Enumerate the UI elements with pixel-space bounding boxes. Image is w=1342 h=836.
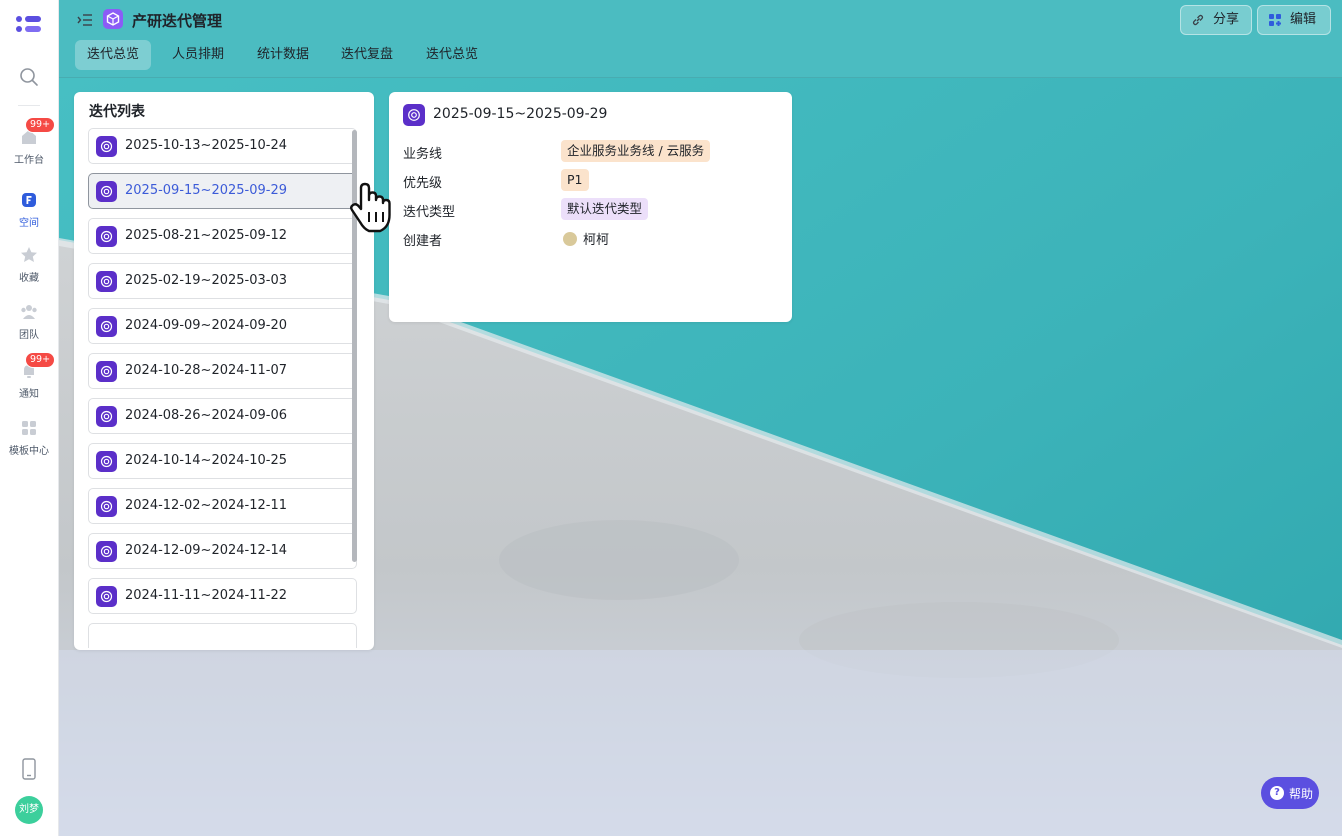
iteration-list: 2025-10-13~2025-10-24 2025-09-15~2025-09… — [88, 128, 359, 648]
iteration-icon — [96, 586, 117, 607]
app-logo-icon[interactable] — [16, 14, 42, 36]
list-item[interactable]: 2024-12-02~2024-12-11 — [88, 488, 357, 524]
notification-badge: 99+ — [25, 117, 56, 133]
help-label: 帮助 — [1289, 787, 1314, 801]
iteration-detail-title: 2025-09-15~2025-09-29 — [433, 106, 608, 122]
list-item[interactable]: 2024-10-14~2024-10-25 — [88, 443, 357, 479]
iteration-date-range: 2024-10-14~2024-10-25 — [125, 453, 287, 468]
space-icon — [22, 193, 36, 207]
creator-name: 柯柯 — [583, 233, 610, 248]
notification-badge: 99+ — [25, 352, 56, 368]
sidebar-item-label: 模板中心 — [9, 446, 49, 457]
tab-iteration-review[interactable]: 迭代复盘 — [329, 40, 405, 70]
sidebar-item-label: 工作台 — [14, 155, 44, 166]
list-item[interactable]: 2024-11-11~2024-11-22 — [88, 578, 357, 614]
field-label-iteration-type: 迭代类型 — [403, 205, 456, 220]
iteration-icon — [96, 541, 117, 562]
sidebar-item-team[interactable]: 团队 — [0, 302, 58, 341]
priority-tag: P1 — [561, 169, 589, 191]
page-header: 产研迭代管理 分享 编辑 迭代总览 人员排期 统计数据 迭代复盘 迭代总览 — [59, 0, 1342, 78]
iteration-date-range: 2025-08-21~2025-09-12 — [125, 228, 287, 243]
list-item-partial[interactable] — [88, 623, 357, 648]
sidebar-item-label: 收藏 — [19, 273, 39, 284]
iteration-date-range: 2024-11-11~2024-11-22 — [125, 588, 287, 603]
edit-button[interactable]: 编辑 — [1257, 5, 1331, 35]
iteration-icon — [96, 496, 117, 517]
list-item[interactable]: 2024-10-28~2024-11-07 — [88, 353, 357, 389]
iteration-list-card: 迭代列表 2025-10-13~2025-10-24 2025-09-15~20… — [74, 92, 374, 650]
user-avatar[interactable]: 刘梦 — [15, 796, 43, 824]
rail-divider — [18, 105, 40, 106]
edit-label: 编辑 — [1290, 12, 1317, 27]
iteration-date-range: 2024-12-02~2024-12-11 — [125, 498, 287, 513]
question-icon: ? — [1270, 786, 1284, 800]
iteration-type-tag: 默认迭代类型 — [561, 198, 649, 220]
iteration-list-title: 迭代列表 — [89, 104, 145, 120]
iteration-date-range: 2024-12-09~2024-12-14 — [125, 543, 287, 558]
iteration-icon — [96, 181, 117, 202]
iteration-date-range: 2024-08-26~2024-09-06 — [125, 408, 287, 423]
list-item[interactable]: 2025-02-19~2025-03-03 — [88, 263, 357, 299]
iteration-icon — [96, 316, 117, 337]
team-icon — [21, 305, 37, 319]
tab-staff-schedule[interactable]: 人员排期 — [160, 40, 236, 70]
list-item[interactable]: 2025-08-21~2025-09-12 — [88, 218, 357, 254]
field-label-business-line: 业务线 — [403, 147, 443, 162]
left-rail: 工作台 99+ 空间 收藏 团队 通知 99+ 模板中心 刘梦 — [0, 0, 59, 836]
iteration-date-range: 2024-10-28~2024-11-07 — [125, 363, 287, 378]
share-button[interactable]: 分享 — [1180, 5, 1252, 35]
star-icon — [21, 247, 37, 262]
list-item[interactable]: 2025-10-13~2025-10-24 — [88, 128, 357, 164]
list-item[interactable]: 2024-08-26~2024-09-06 — [88, 398, 357, 434]
iteration-detail-card: 2025-09-15~2025-09-29 业务线 企业服务业务线 / 云服务 … — [389, 92, 792, 322]
sidebar-item-template-center[interactable]: 模板中心 — [0, 418, 58, 457]
iteration-icon — [96, 271, 117, 292]
list-item[interactable]: 2024-12-09~2024-12-14 — [88, 533, 357, 569]
sidebar-item-favorites[interactable]: 收藏 — [0, 245, 58, 284]
tab-statistics[interactable]: 统计数据 — [245, 40, 321, 70]
main-area: 产研迭代管理 分享 编辑 迭代总览 人员排期 统计数据 迭代复盘 迭代总览 迭代… — [59, 0, 1342, 836]
app-cube-icon — [103, 9, 123, 29]
sidebar-item-space[interactable]: 空间 — [0, 190, 58, 229]
page-title: 产研迭代管理 — [132, 12, 223, 30]
sidebar-item-label: 通知 — [19, 389, 39, 400]
field-label-priority: 优先级 — [403, 176, 443, 191]
search-icon[interactable] — [18, 66, 40, 88]
sidebar-item-label: 团队 — [19, 330, 39, 341]
share-label: 分享 — [1213, 12, 1240, 27]
list-item[interactable]: 2024-09-09~2024-09-20 — [88, 308, 357, 344]
field-label-creator: 创建者 — [403, 234, 443, 249]
iteration-date-range: 2025-02-19~2025-03-03 — [125, 273, 287, 288]
sidebar-item-workbench[interactable]: 工作台 — [0, 127, 58, 166]
iteration-icon — [96, 226, 117, 247]
sidebar-toggle-icon[interactable] — [77, 12, 93, 28]
creator-value: 柯柯 — [563, 229, 609, 248]
tab-iteration-overview[interactable]: 迭代总览 — [75, 40, 152, 70]
tab-iteration-overview-2[interactable]: 迭代总览 — [414, 40, 490, 70]
hand-cursor-icon — [350, 182, 391, 233]
iteration-icon — [403, 104, 425, 126]
mobile-icon[interactable] — [20, 758, 38, 780]
business-line-tag: 企业服务业务线 / 云服务 — [561, 140, 711, 162]
iteration-icon — [96, 136, 117, 157]
link-icon — [1192, 14, 1204, 26]
template-grid-icon — [22, 421, 36, 435]
iteration-date-range: 2025-09-15~2025-09-29 — [125, 183, 287, 198]
iteration-icon — [96, 406, 117, 427]
iteration-date-range: 2024-09-09~2024-09-20 — [125, 318, 287, 333]
iteration-icon — [96, 451, 117, 472]
help-button[interactable]: ? 帮助 — [1261, 777, 1319, 809]
creator-avatar — [563, 232, 577, 246]
edit-grid-icon — [1269, 14, 1281, 26]
iteration-icon — [96, 361, 117, 382]
sidebar-item-label: 空间 — [19, 218, 39, 229]
list-item-selected[interactable]: 2025-09-15~2025-09-29 — [88, 173, 357, 209]
iteration-date-range: 2025-10-13~2025-10-24 — [125, 138, 287, 153]
